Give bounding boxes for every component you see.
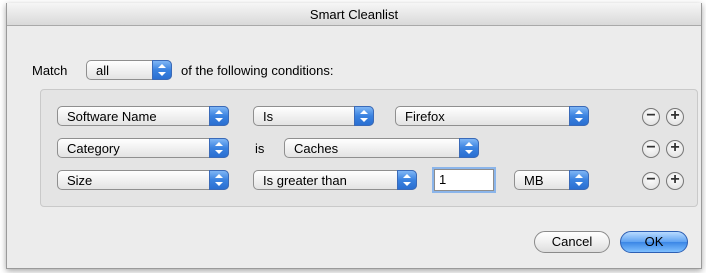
minus-icon: − [646,139,656,156]
size-value-text: 1 [439,172,447,187]
condition-value-popup[interactable]: Firefox [395,106,589,126]
updown-arrows-icon [354,106,374,126]
value-text: Caches [294,141,339,156]
condition-field-popup[interactable]: Software Name [57,106,229,126]
plus-icon: + [670,139,680,156]
match-mode-popup[interactable]: all [86,60,172,80]
field-value: Category [67,141,120,156]
updown-arrows-icon [152,60,172,80]
condition-operator-popup[interactable]: Is greater than [253,170,417,190]
size-value-input[interactable]: 1 [434,169,494,191]
condition-field-popup[interactable]: Category [57,138,229,158]
value-text: Firefox [405,109,445,124]
title-bar[interactable]: Smart Cleanlist [7,3,701,26]
conditions-group: Software Name Is Firefox − + Category is… [40,89,698,207]
unit-value: MB [524,173,544,188]
match-mode-value: all [96,63,110,78]
add-condition-button[interactable]: + [666,171,684,190]
add-condition-button[interactable]: + [666,139,684,158]
plus-icon: + [670,107,680,124]
minus-icon: − [646,107,656,124]
size-unit-popup[interactable]: MB [514,170,589,190]
cancel-button[interactable]: Cancel [534,231,610,253]
conditions-label: of the following conditions: [181,63,334,78]
remove-condition-button[interactable]: − [642,171,660,190]
updown-arrows-icon [459,138,479,158]
updown-arrows-icon [209,138,229,158]
plus-icon: + [670,171,680,188]
updown-arrows-icon [397,170,417,190]
ok-button[interactable]: OK [620,231,688,253]
condition-operator-label: is [255,141,265,156]
field-value: Size [67,173,93,188]
operator-value: Is [263,109,274,124]
updown-arrows-icon [209,170,229,190]
updown-arrows-icon [569,170,589,190]
condition-operator-popup[interactable]: Is [253,106,374,126]
remove-condition-button[interactable]: − [642,139,660,158]
operator-value: Is greater than [263,173,347,188]
updown-arrows-icon [209,106,229,126]
updown-arrows-icon [569,106,589,126]
condition-field-popup[interactable]: Size [57,170,229,190]
window-title: Smart Cleanlist [309,7,399,22]
match-label: Match [32,63,68,78]
add-condition-button[interactable]: + [666,107,684,126]
remove-condition-button[interactable]: − [642,107,660,126]
condition-value-popup[interactable]: Caches [284,138,479,158]
smart-cleanlist-window: Smart Cleanlist Match all of the followi… [6,3,702,269]
minus-icon: − [646,171,656,188]
field-value: Software Name [67,109,157,124]
